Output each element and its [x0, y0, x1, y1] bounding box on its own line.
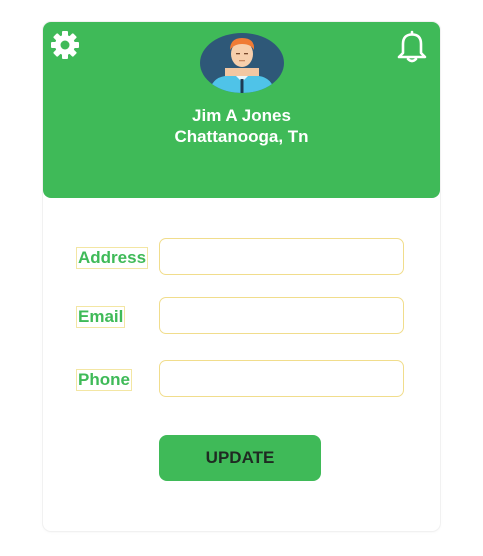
avatar [199, 32, 285, 94]
bell-icon [395, 30, 429, 67]
settings-button[interactable] [49, 29, 81, 61]
profile-name: Jim A Jones [192, 106, 291, 125]
phone-field[interactable] [159, 360, 404, 397]
phone-label: Phone [76, 369, 132, 391]
profile-card: Jim A Jones Chattanooga, Tn Address Emai… [43, 22, 440, 531]
update-button[interactable]: UPDATE [159, 435, 321, 481]
email-field[interactable] [159, 297, 404, 334]
profile-header: Jim A Jones Chattanooga, Tn [43, 22, 440, 198]
profile-location: Chattanooga, Tn [174, 127, 309, 146]
notifications-button[interactable] [395, 29, 429, 63]
email-label: Email [76, 306, 126, 328]
address-field[interactable] [159, 238, 404, 275]
address-label: Address [76, 247, 149, 269]
gear-icon [49, 31, 81, 65]
